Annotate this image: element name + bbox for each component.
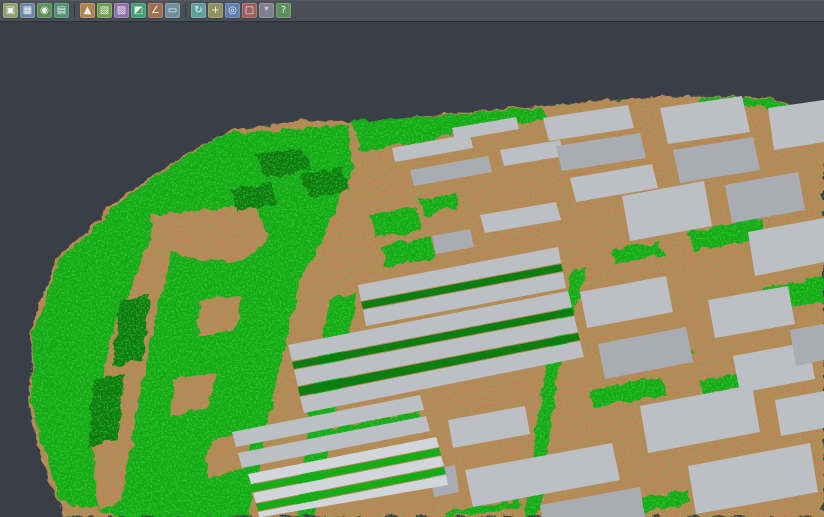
zoom-icon[interactable]: ◎ (225, 3, 240, 18)
viewport-3d[interactable] (0, 0, 824, 517)
toolbar-icons: ▣▦◉▤ ▲▧▨◩∠▭ ↻+◎▢*? (3, 3, 291, 18)
save-icon[interactable]: ▦ (20, 3, 35, 18)
rotate-view-icon[interactable]: ↻ (191, 3, 206, 18)
measure-icon[interactable]: ∠ (148, 3, 163, 18)
fullscreen-icon[interactable]: ▢ (242, 3, 257, 18)
toolbar-separator (185, 4, 186, 18)
toolbar-separator (74, 4, 75, 18)
terrain-icon[interactable]: ▲ (80, 3, 95, 18)
classification-icon[interactable]: ◩ (131, 3, 146, 18)
texture-icon[interactable]: ▨ (114, 3, 129, 18)
screenshot-icon[interactable]: ◉ (37, 3, 52, 18)
pan-icon[interactable]: + (208, 3, 223, 18)
help-icon[interactable]: ? (276, 3, 291, 18)
crop-icon[interactable]: ▭ (165, 3, 180, 18)
open-icon[interactable]: ▣ (3, 3, 18, 18)
point-cloud-render (0, 0, 824, 517)
settings-icon[interactable]: * (259, 3, 274, 18)
mesh-icon[interactable]: ▧ (97, 3, 112, 18)
layers-icon[interactable]: ▤ (54, 3, 69, 18)
toolbar: ▣▦◉▤ ▲▧▨◩∠▭ ↻+◎▢*? (0, 0, 824, 22)
